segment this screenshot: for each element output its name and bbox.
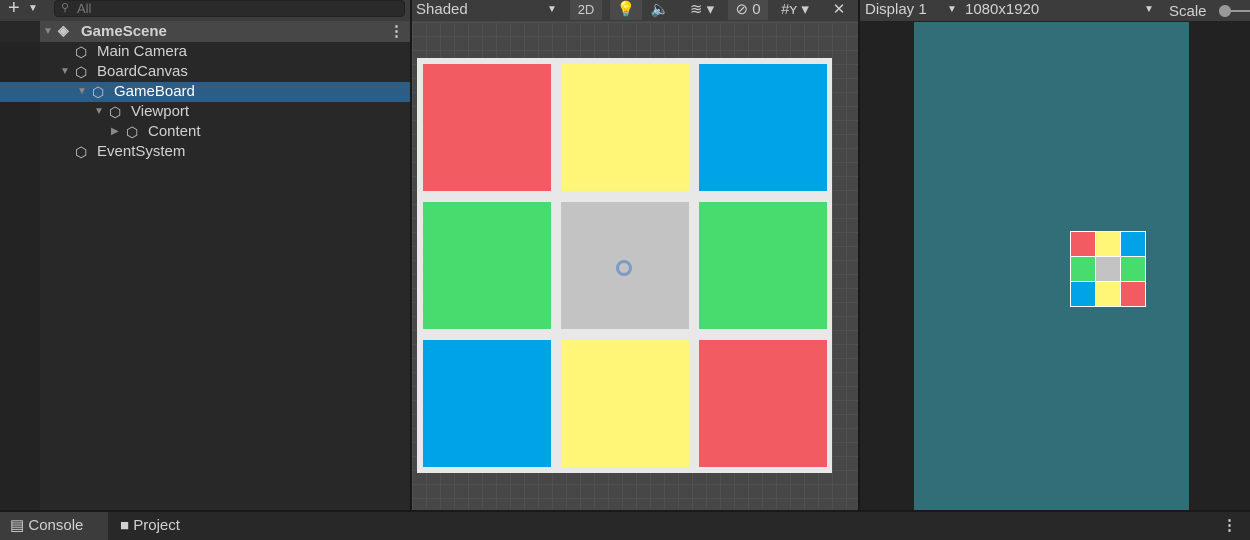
expand-arrow-icon[interactable]: ▼ [43,26,53,37]
tools-icon[interactable]: ✕ [824,0,854,20]
expand-arrow-icon[interactable]: ▼ [94,102,104,122]
mini-tile-red [1121,282,1145,306]
item-label: Main Camera [97,43,188,60]
mini-tile-gray [1096,257,1120,281]
hidden-count: 0 [752,1,761,18]
mini-tile-green [1121,257,1145,281]
mini-tile-yellow [1096,232,1120,256]
gameobject-cube-icon: ⬡ [75,64,88,80]
chevron-down-icon: ▼ [1144,4,1154,15]
mini-tile-blue [1071,282,1095,306]
visibility-toggle[interactable]: ⊘ 0 [728,0,768,20]
gameobject-cube-icon: ⬡ [126,124,139,140]
item-label: GameBoard [114,83,195,100]
scene-row[interactable]: ▼ ◈ GameScene ⋮ [40,21,410,42]
board-tile-yellow[interactable] [561,64,689,191]
mini-tile-yellow [1096,282,1120,306]
tab-console[interactable]: ▤ Console [0,512,108,540]
expand-arrow-icon[interactable]: ▼ [77,82,87,102]
effects-icon[interactable]: ≋ ▾ [678,0,726,20]
item-label: Viewport [131,103,190,120]
board-tile-yellow[interactable] [561,340,689,467]
expand-arrow-icon[interactable]: ▶ [111,122,119,142]
hierarchy-item[interactable]: ▼ ⬡ GameBoard [0,82,410,102]
bottom-tab-bar: ▤ Console ■ Project ⋮ [0,512,1250,540]
scale-label: Scale [1169,3,1207,20]
2d-toggle-button[interactable]: 2D [570,0,602,20]
search-icon: ⚲ [61,2,70,14]
mini-tile-blue [1121,232,1145,256]
console-icon: ▤ [10,517,25,534]
more-options-icon[interactable]: ⋮ [1222,516,1237,534]
hierarchy-item[interactable]: ▼ ⬡ Viewport [40,102,410,122]
scene-view-panel: Shaded ▼ 2D 💡 🔈 ≋ ▾ ⊘ 0 #ʏ ▾ ✕ [412,0,858,510]
chevron-down-icon: ▼ [947,4,957,15]
item-label: EventSystem [97,143,186,160]
item-label: Content [148,123,201,140]
gameobject-cube-icon: ⬡ [75,144,88,160]
hierarchy-item[interactable]: ⬡ Main Camera [40,42,410,62]
shading-mode-dropdown[interactable]: Shaded [416,1,468,18]
tab-label: Console [28,517,84,534]
gameobject-cube-icon: ⬡ [109,104,122,120]
hierarchy-toolbar: + ▼ ⚲ All [0,0,410,21]
mini-board [1070,231,1146,307]
add-button[interactable]: + [8,0,20,20]
hierarchy-panel: + ▼ ⚲ All ▼ ◈ GameScene ⋮ ⬡ Main Camera ▼ ⬡ B… [0,0,410,510]
search-input[interactable]: ⚲ All [54,0,405,17]
chevron-down-icon[interactable]: ▼ [28,3,38,14]
scale-slider-track[interactable] [1230,10,1250,12]
tab-project[interactable]: ■ Project [120,512,220,540]
folder-icon: ■ [120,517,130,534]
resolution-dropdown[interactable]: 1080x1920 [965,1,1039,18]
more-options-icon[interactable]: ⋮ [389,22,404,40]
game-toolbar: Display 1 ▼ 1080x1920 ▼ Scale [860,0,1250,21]
scene-viewport[interactable] [412,22,858,510]
pivot-handle-icon[interactable] [616,260,632,276]
mini-tile-red [1071,232,1095,256]
scene-toolbar: Shaded ▼ 2D 💡 🔈 ≋ ▾ ⊘ 0 #ʏ ▾ ✕ [412,0,858,21]
board-tile-green[interactable] [423,202,551,329]
game-view-panel: Display 1 ▼ 1080x1920 ▼ Scale [860,0,1250,510]
grid-snap-icon[interactable]: #ʏ ▾ [770,0,820,20]
unity-logo-icon: ◈ [58,22,69,38]
search-placeholder: All [77,1,92,16]
mini-tile-green [1071,257,1095,281]
hierarchy-item[interactable]: ⬡ EventSystem [40,142,410,162]
gameobject-cube-icon: ⬡ [75,44,88,60]
board-tile-green[interactable] [699,202,827,329]
gameobject-cube-icon: ⬡ [92,84,105,100]
scene-name: GameScene [81,23,167,40]
board-tile-red[interactable] [699,340,827,467]
game-screen[interactable] [914,22,1189,510]
board-tile-blue[interactable] [699,64,827,191]
tab-label: Project [133,517,180,534]
item-label: BoardCanvas [97,63,188,80]
hierarchy-item[interactable]: ▶ ⬡ Content [40,122,410,142]
expand-arrow-icon[interactable]: ▼ [60,62,70,82]
hierarchy-gutter [0,42,40,510]
display-dropdown[interactable]: Display 1 [865,1,927,18]
lighting-icon[interactable]: 💡 [610,0,642,20]
chevron-down-icon[interactable]: ▼ [547,4,557,15]
hierarchy-item[interactable]: ▼ ⬡ BoardCanvas [40,62,410,82]
board-tile-red[interactable] [423,64,551,191]
board-tile-blue[interactable] [423,340,551,467]
audio-icon[interactable]: 🔈 [644,0,676,20]
